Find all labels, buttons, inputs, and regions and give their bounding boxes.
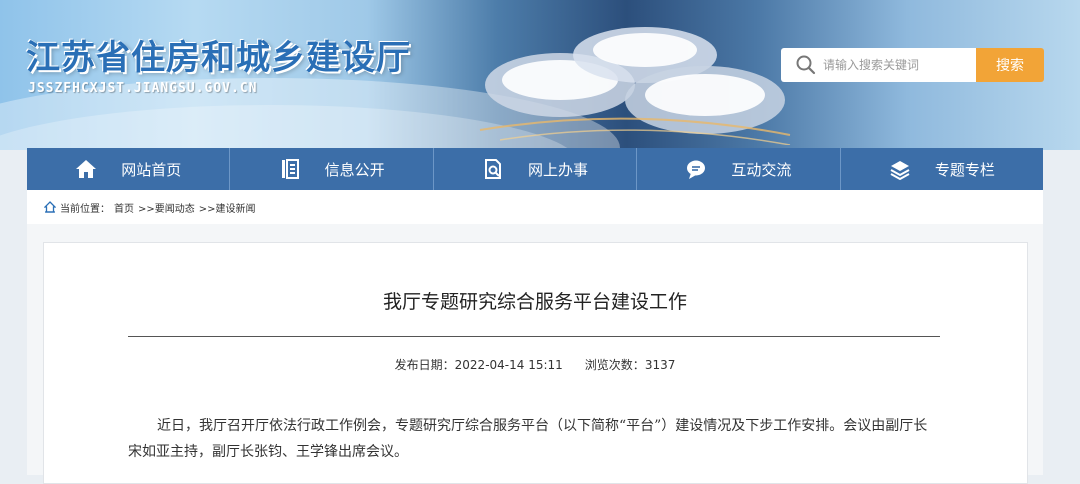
nav-item-online-services[interactable]: 网上办事	[434, 148, 638, 190]
site-domain: JSSZFHCXJST.JIANGSU.GOV.CN	[28, 81, 258, 96]
publish-date: 2022-04-14 15:11	[454, 358, 563, 372]
article-meta: 发布日期：2022-04-14 15:11 浏览次数：3137	[0, 356, 1070, 373]
chat-bubble-icon	[687, 160, 706, 179]
nav-item-special-topics[interactable]: 专题专栏	[841, 148, 1043, 190]
document-list-icon	[281, 159, 299, 179]
breadcrumb-home[interactable]: 首页	[114, 200, 134, 215]
office-search-icon	[485, 159, 501, 179]
nav-item-label: 信息公开	[324, 160, 385, 179]
search-input[interactable]	[821, 57, 975, 73]
site-title: 江苏省住房和城乡建设厅	[26, 38, 411, 78]
search-button[interactable]: 搜索	[976, 48, 1044, 82]
search-box	[781, 48, 976, 82]
views-label: 浏览次数：	[584, 358, 645, 372]
publish-label: 发布日期：	[394, 358, 455, 372]
search-icon	[796, 55, 816, 75]
nav-item-label: 网站首页	[121, 160, 182, 179]
breadcrumb-prefix: 当前位置：	[60, 203, 110, 215]
nav-item-label: 互动交流	[731, 160, 792, 179]
breadcrumb: 当前位置： 首页 >>要闻动态 >>建设新闻	[27, 190, 1043, 224]
home-icon	[76, 160, 97, 178]
views-count: 3137	[644, 358, 676, 372]
nav-item-interaction[interactable]: 互动交流	[637, 148, 841, 190]
article-title: 我厅专题研究综合服务平台建设工作	[382, 291, 687, 313]
main-nav: 网站首页 信息公开 网上办事 互动交流 专题专栏	[27, 148, 1043, 190]
breadcrumb-news[interactable]: >>要闻动态	[138, 200, 195, 215]
title-divider	[128, 336, 940, 337]
nav-item-label: 网上办事	[528, 160, 589, 179]
nav-item-home[interactable]: 网站首页	[27, 148, 231, 190]
header-banner: 江苏省住房和城乡建设厅 JSSZFHCXJST.JIANGSU.GOV.CN 搜…	[0, 0, 1080, 150]
article-body: 近日，我厅召开厅依法行政工作例会，专题研究厅综合服务平台（以下简称“平台”）建设…	[128, 418, 928, 460]
stadium-illustration	[479, 27, 791, 145]
nav-item-label: 专题专栏	[934, 160, 995, 179]
home-icon	[44, 201, 56, 213]
breadcrumb-construction-news[interactable]: >>建设新闻	[199, 200, 256, 215]
nav-item-info-disclosure[interactable]: 信息公开	[230, 148, 434, 190]
layers-icon	[890, 161, 910, 180]
